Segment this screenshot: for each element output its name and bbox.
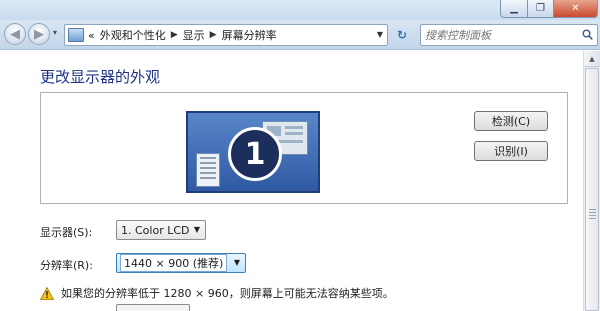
monitor-number-badge: 1 bbox=[228, 127, 282, 181]
vertical-scrollbar[interactable]: ▲ bbox=[583, 51, 600, 311]
close-button[interactable]: ✕ bbox=[554, 0, 598, 18]
forward-button[interactable]: ▶ bbox=[28, 23, 50, 45]
sidebar-thumbnail-icon bbox=[196, 153, 220, 187]
resolution-warning: 如果您的分辨率低于 1280 × 960，则屏幕上可能无法容纳某些项。 bbox=[40, 285, 394, 301]
detect-button[interactable]: 检测(C) bbox=[474, 111, 548, 131]
breadcrumb-separator-icon[interactable]: ▶ bbox=[171, 30, 178, 40]
breadcrumb-appearance[interactable]: 外观和个性化 bbox=[100, 27, 166, 43]
display-select-value: 1. Color LCD bbox=[121, 223, 190, 237]
scrollbar-thumb[interactable] bbox=[585, 68, 599, 311]
scroll-up-button[interactable]: ▲ bbox=[584, 51, 600, 67]
resolution-select[interactable]: 1440 × 900 (推荐) ▼ bbox=[116, 253, 246, 273]
breadcrumb-screen-resolution[interactable]: 屏幕分辨率 bbox=[222, 27, 277, 43]
page-title: 更改显示器的外观 bbox=[40, 68, 161, 86]
breadcrumb-separator-icon[interactable]: ▶ bbox=[210, 30, 217, 40]
breadcrumb-display[interactable]: 显示 bbox=[183, 27, 205, 43]
identify-button[interactable]: 识别(I) bbox=[474, 141, 548, 161]
navigation-bar: ◀ ▶ ▾ « 外观和个性化 ▶ 显示 ▶ 屏幕分辨率 ▼ ↻ bbox=[0, 20, 600, 50]
back-button[interactable]: ◀ bbox=[4, 23, 26, 45]
resolution-select-value: 1440 × 900 (推荐) bbox=[120, 254, 228, 272]
orientation-select-partial[interactable] bbox=[116, 304, 190, 311]
refresh-icon: ↻ bbox=[396, 28, 408, 42]
address-dropdown-icon[interactable]: ▼ bbox=[377, 30, 383, 39]
search-box[interactable] bbox=[420, 24, 598, 46]
maximize-button[interactable]: ❐ bbox=[528, 0, 554, 18]
forward-arrow-icon: ▶ bbox=[34, 26, 44, 42]
scroll-up-arrow-icon: ▲ bbox=[589, 54, 595, 63]
scrollbar-grip-icon bbox=[589, 209, 596, 221]
address-bar[interactable]: « 外观和个性化 ▶ 显示 ▶ 屏幕分辨率 ▼ bbox=[64, 24, 388, 46]
window-controls: ▁ ❐ ✕ bbox=[500, 0, 598, 18]
warning-icon bbox=[40, 286, 54, 300]
display-label: 显示器(S): bbox=[40, 226, 93, 239]
search-icon[interactable] bbox=[582, 29, 593, 40]
display-select[interactable]: 1. Color LCD ▼ bbox=[116, 220, 206, 240]
control-panel-icon bbox=[68, 28, 84, 42]
recent-pages-dropdown[interactable]: ▾ bbox=[53, 28, 57, 37]
window-titlebar: ▁ ❐ ✕ bbox=[0, 0, 600, 20]
monitor-1-thumbnail[interactable]: 1 bbox=[186, 111, 320, 193]
chevron-down-icon: ▼ bbox=[233, 258, 240, 267]
chevron-down-icon: ▼ bbox=[193, 225, 200, 234]
display-preview-panel: 1 检测(C) 识别(I) bbox=[40, 92, 568, 204]
search-input[interactable] bbox=[425, 27, 575, 43]
warning-text: 如果您的分辨率低于 1280 × 960，则屏幕上可能无法容纳某些项。 bbox=[61, 287, 394, 300]
resolution-label: 分辨率(R): bbox=[40, 259, 93, 272]
minimize-button[interactable]: ▁ bbox=[500, 0, 528, 18]
back-arrow-icon: ◀ bbox=[10, 26, 20, 42]
breadcrumb-prefix[interactable]: « bbox=[88, 29, 95, 42]
refresh-button[interactable]: ↻ bbox=[393, 26, 411, 44]
